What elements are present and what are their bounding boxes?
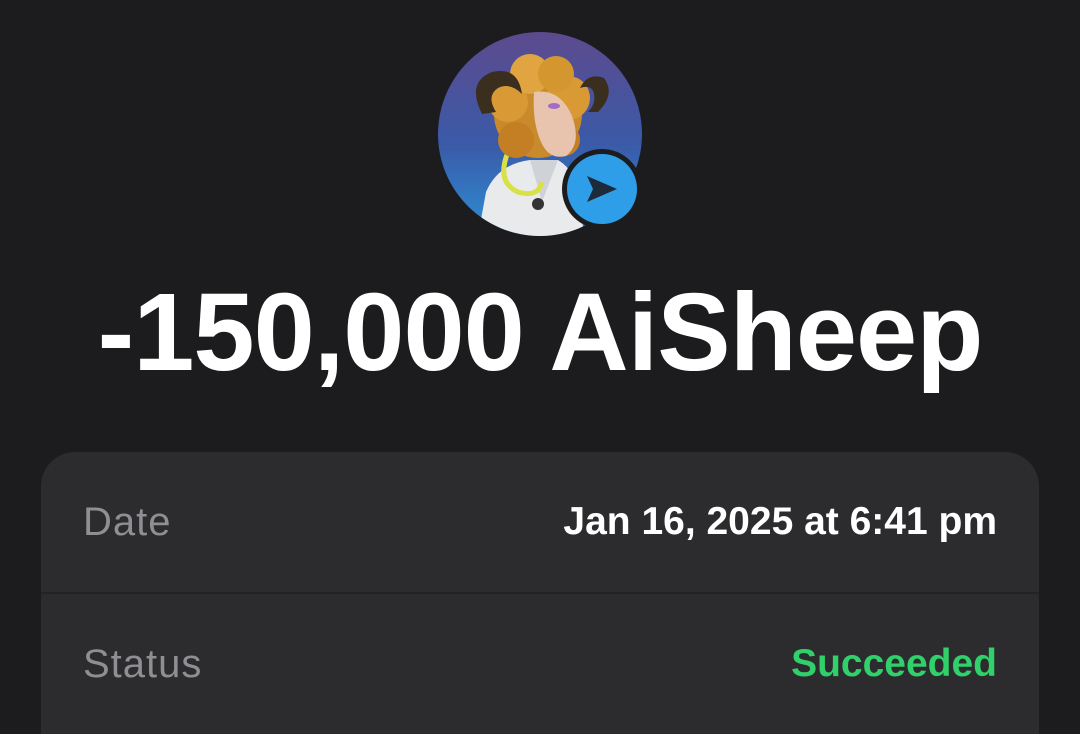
status-value: Succeeded xyxy=(791,642,997,685)
transaction-details-card: Date Jan 16, 2025 at 6:41 pm Status Succ… xyxy=(41,452,1039,734)
date-value: Jan 16, 2025 at 6:41 pm xyxy=(563,500,997,543)
send-badge xyxy=(562,149,642,229)
status-label: Status xyxy=(83,641,203,686)
transaction-amount: -150,000 AiSheep xyxy=(97,271,984,394)
send-arrow-icon xyxy=(587,176,617,202)
date-label: Date xyxy=(83,499,172,544)
token-avatar-group xyxy=(438,32,643,237)
date-row: Date Jan 16, 2025 at 6:41 pm xyxy=(41,452,1039,592)
status-row: Status Succeeded xyxy=(41,594,1039,734)
